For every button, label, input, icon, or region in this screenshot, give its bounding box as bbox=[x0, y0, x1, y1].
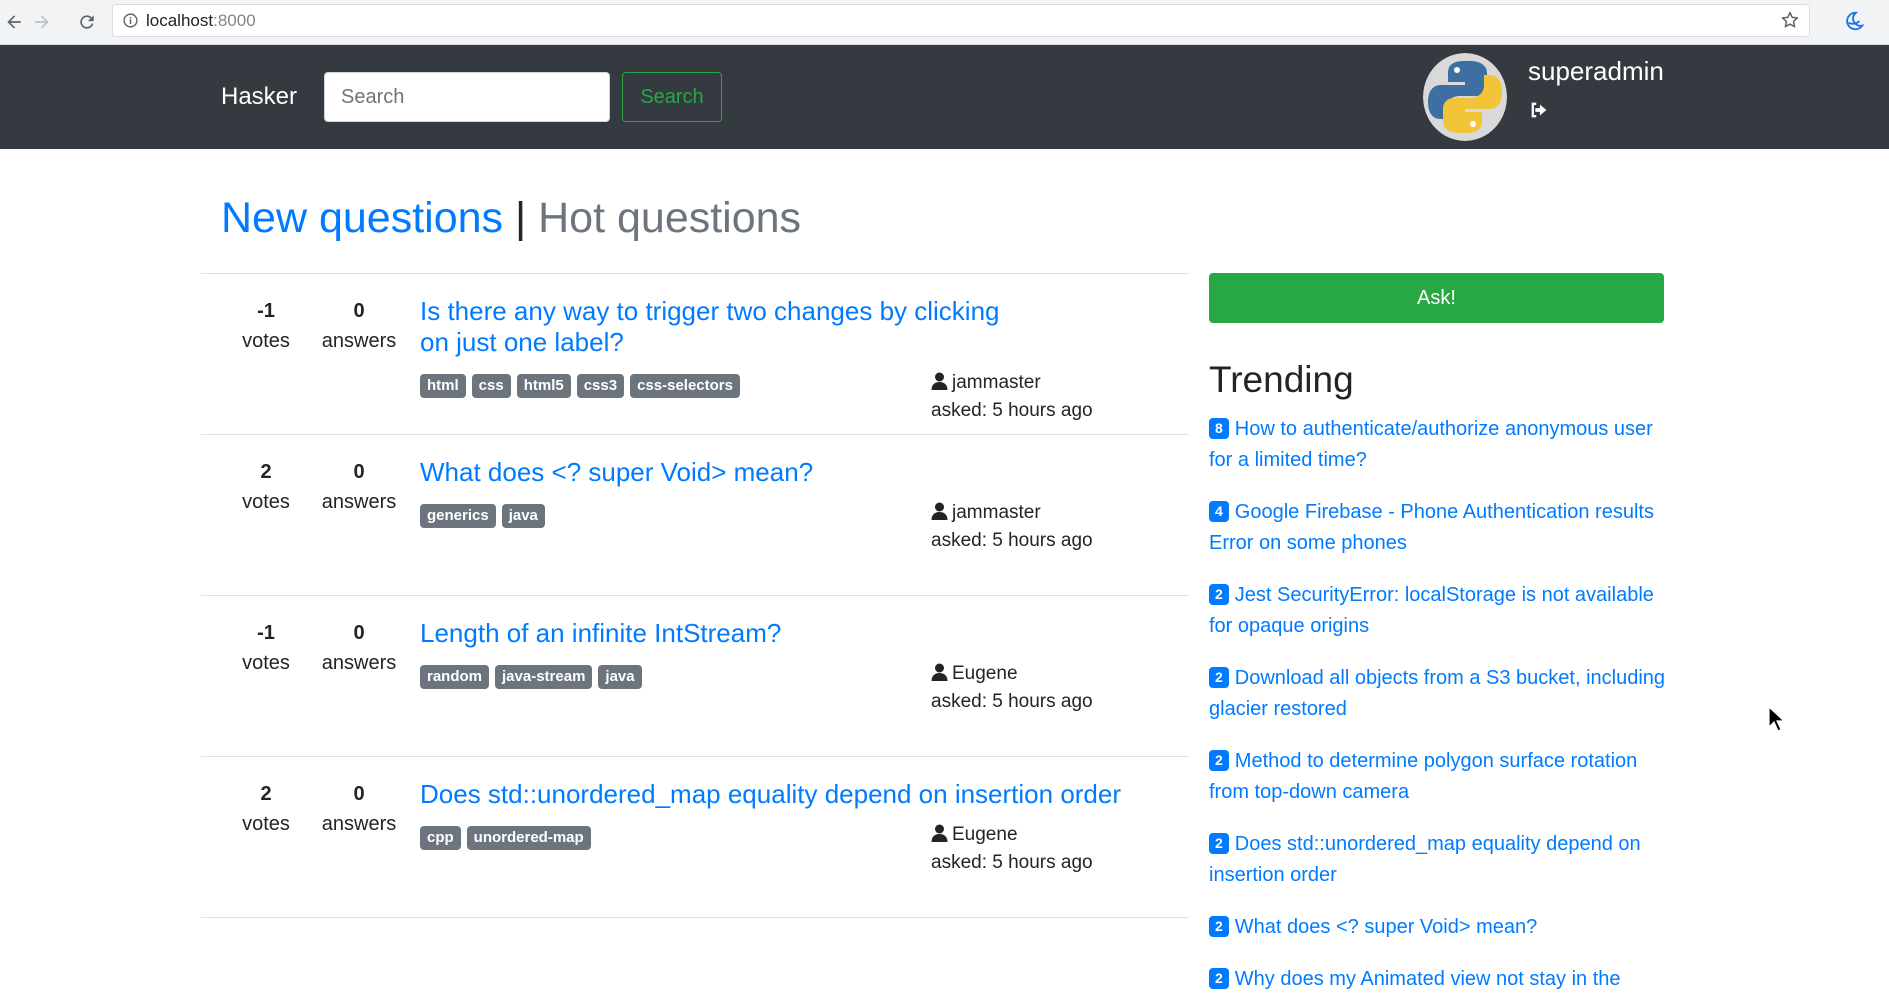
trending-item[interactable]: 2 Why does my Animated view not stay in t… bbox=[1209, 964, 1679, 995]
tag[interactable]: css3 bbox=[576, 374, 625, 398]
bookmark-star-icon[interactable] bbox=[1780, 10, 1800, 30]
new-questions-link[interactable]: New questions bbox=[221, 194, 503, 242]
trending-item[interactable]: 2 What does <? super Void> mean? bbox=[1209, 912, 1679, 943]
question-title-link[interactable]: Does std::unordered_map equality depend … bbox=[420, 779, 1180, 810]
author-name[interactable]: Eugene bbox=[952, 824, 1018, 845]
author-name[interactable]: jammaster bbox=[952, 372, 1041, 393]
question-row: -1 votes 0 answers Length of an infinite I… bbox=[201, 595, 1189, 756]
trending-heading: Trending bbox=[1209, 359, 1354, 400]
address-bar[interactable]: localhost:8000 bbox=[112, 4, 1810, 37]
answer-count-badge: 4 bbox=[1209, 501, 1229, 522]
trending-item[interactable]: 2 Jest SecurityError: localStorage is not… bbox=[1209, 580, 1679, 642]
answer-count-badge: 2 bbox=[1209, 968, 1229, 989]
tag[interactable]: random bbox=[420, 665, 490, 689]
answer-count-badge: 2 bbox=[1209, 584, 1229, 605]
tag[interactable]: unordered-map bbox=[466, 826, 591, 850]
tag[interactable]: html5 bbox=[516, 374, 571, 398]
question-row: 2 votes 0 answers What does <? super Void>… bbox=[201, 434, 1189, 595]
question-title-link[interactable]: Is there any way to trigger two changes … bbox=[420, 296, 1020, 358]
trending-item[interactable]: 2 Download all objects from a S3 bucket, … bbox=[1209, 663, 1679, 725]
answer-count-badge: 2 bbox=[1209, 916, 1229, 937]
author-name[interactable]: jammaster bbox=[952, 502, 1041, 523]
question-row: -1 votes 0 answers Is there any way to tri… bbox=[201, 273, 1189, 434]
user-icon bbox=[931, 824, 948, 842]
user-icon bbox=[931, 372, 948, 390]
answer-count-badge: 2 bbox=[1209, 833, 1229, 854]
author-name[interactable]: Eugene bbox=[952, 663, 1018, 684]
trending-link[interactable]: Why does my Animated view not stay in th… bbox=[1235, 968, 1621, 990]
question-row: 2 votes 0 answers Does std::unordered_map … bbox=[201, 756, 1189, 918]
navbar: Hasker Search superadmin bbox=[0, 45, 1889, 149]
extension-moon-icon[interactable] bbox=[1843, 10, 1865, 32]
asked-time: asked: 5 hours ago bbox=[931, 691, 1093, 712]
tag[interactable]: cpp bbox=[420, 826, 461, 850]
user-icon bbox=[931, 663, 948, 681]
tag[interactable]: generics bbox=[420, 504, 496, 528]
reload-icon[interactable] bbox=[73, 8, 101, 36]
mouse-cursor-icon bbox=[1768, 706, 1786, 732]
votes-count: -1 votes bbox=[242, 300, 290, 352]
trending-item[interactable]: 4 Google Firebase - Phone Authentication … bbox=[1209, 497, 1679, 559]
trending-link[interactable]: Jest SecurityError: localStorage is not … bbox=[1209, 584, 1654, 637]
hot-questions-link[interactable]: Hot questions bbox=[538, 194, 801, 242]
tag[interactable]: java bbox=[598, 665, 642, 689]
user-icon bbox=[931, 502, 948, 520]
search-button[interactable]: Search bbox=[622, 72, 722, 122]
answers-count: 0 answers bbox=[321, 461, 397, 513]
votes-count: -1 votes bbox=[242, 622, 290, 674]
forward-icon[interactable] bbox=[28, 8, 56, 36]
tag-list: random java-stream java bbox=[420, 665, 642, 689]
trending-link[interactable]: Google Firebase - Phone Authentication r… bbox=[1209, 501, 1654, 554]
ask-button[interactable]: Ask! bbox=[1209, 273, 1664, 323]
logout-icon[interactable] bbox=[1528, 99, 1550, 121]
tag[interactable]: java bbox=[501, 504, 545, 528]
browser-toolbar: localhost:8000 bbox=[0, 0, 1889, 45]
trending-link[interactable]: Method to determine polygon surface rota… bbox=[1209, 750, 1637, 803]
info-icon[interactable] bbox=[122, 12, 139, 29]
tag-list: cpp unordered-map bbox=[420, 826, 591, 850]
question-title-link[interactable]: Length of an infinite IntStream? bbox=[420, 618, 1020, 649]
search-input[interactable] bbox=[324, 72, 610, 122]
answer-count-badge: 2 bbox=[1209, 667, 1229, 688]
tag-list: generics java bbox=[420, 504, 545, 528]
author-info: jammaster asked: 5 hours ago bbox=[931, 499, 1093, 555]
brand-logo-text[interactable]: Hasker bbox=[221, 83, 297, 111]
votes-count: 2 votes bbox=[242, 783, 290, 835]
tag-list: html css html5 css3 css-selectors bbox=[420, 374, 740, 398]
trending-link[interactable]: Download all objects from a S3 bucket, i… bbox=[1209, 667, 1665, 720]
tag[interactable]: css bbox=[471, 374, 511, 398]
tag[interactable]: html bbox=[420, 374, 466, 398]
answers-count: 0 answers bbox=[321, 622, 397, 674]
author-info: Eugene asked: 5 hours ago bbox=[931, 660, 1093, 716]
tag[interactable]: css-selectors bbox=[630, 374, 740, 398]
answer-count-badge: 2 bbox=[1209, 750, 1229, 771]
tag[interactable]: java-stream bbox=[495, 665, 593, 689]
asked-time: asked: 5 hours ago bbox=[931, 852, 1093, 873]
trending-link[interactable]: What does <? super Void> mean? bbox=[1235, 916, 1537, 938]
trending-link[interactable]: How to authenticate/authorize anonymous … bbox=[1209, 418, 1653, 471]
trending-item[interactable]: 2 Method to determine polygon surface rot… bbox=[1209, 746, 1679, 808]
page-title: New questions | Hot questions bbox=[221, 192, 801, 244]
answer-count-badge: 8 bbox=[1209, 418, 1229, 439]
asked-time: asked: 5 hours ago bbox=[931, 400, 1093, 421]
question-list: -1 votes 0 answers Is there any way to tri… bbox=[201, 273, 1189, 918]
heading-separator: | bbox=[503, 194, 539, 242]
avatar[interactable] bbox=[1423, 53, 1507, 141]
url-text: localhost:8000 bbox=[146, 11, 256, 30]
votes-count: 2 votes bbox=[242, 461, 290, 513]
trending-link[interactable]: Does std::unordered_map equality depend … bbox=[1209, 833, 1641, 886]
asked-time: asked: 5 hours ago bbox=[931, 530, 1093, 551]
answers-count: 0 answers bbox=[321, 783, 397, 835]
author-info: Eugene asked: 5 hours ago bbox=[931, 821, 1093, 877]
trending-item[interactable]: 2 Does std::unordered_map equality depend… bbox=[1209, 829, 1679, 891]
username[interactable]: superadmin bbox=[1528, 56, 1664, 87]
question-title-link[interactable]: What does <? super Void> mean? bbox=[420, 457, 1020, 488]
back-icon[interactable] bbox=[0, 8, 28, 36]
answers-count: 0 answers bbox=[321, 300, 397, 352]
author-info: jammaster asked: 5 hours ago bbox=[931, 369, 1093, 425]
trending-item[interactable]: 8 How to authenticate/authorize anonymous… bbox=[1209, 414, 1679, 476]
